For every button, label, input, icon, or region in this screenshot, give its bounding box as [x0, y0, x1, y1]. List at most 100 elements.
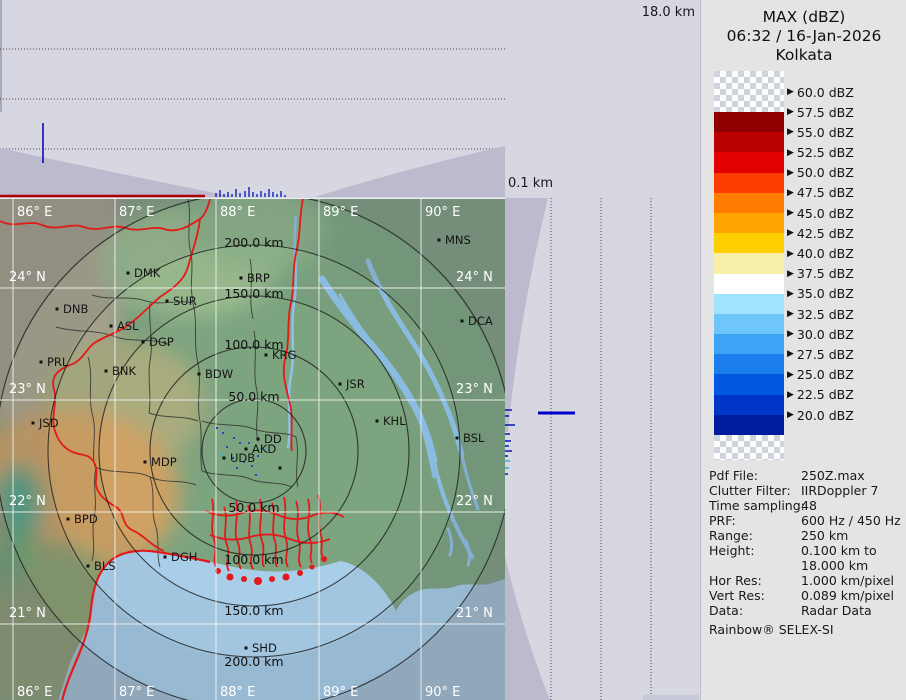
scale-tick-arrow-icon: ▶ [787, 188, 794, 198]
radar-echo-pixel [251, 465, 253, 467]
scale-tick-arrow-icon: ▶ [787, 390, 794, 400]
scale-label: 42.5 dBZ [797, 226, 854, 241]
city-dot [279, 467, 282, 470]
city-label: SHD [252, 641, 277, 655]
scale-tick-arrow-icon: ▶ [787, 370, 794, 380]
scale-label: 32.5 dBZ [797, 307, 854, 322]
scale-tick-arrow-icon: ▶ [787, 289, 794, 299]
panel-edge [0, 0, 2, 112]
scale-label: 20.0 dBZ [797, 408, 854, 423]
city-label: ASL [117, 319, 139, 333]
colorbar-band [714, 132, 784, 152]
range-ring-label: 50.0 km [228, 500, 279, 515]
scale-tick-arrow-icon: ▶ [787, 269, 794, 279]
profile-background [505, 198, 700, 700]
city-dot [144, 461, 147, 464]
city-dot [67, 518, 70, 521]
colorbar-band [714, 314, 784, 334]
city-label: PRL [47, 355, 69, 369]
scale-label: 47.5 dBZ [797, 185, 854, 200]
height-axis-min-label: 0.1 km [508, 176, 553, 191]
city-label: AKD [252, 442, 276, 456]
scale-label-row: ▶45.0 dBZ [787, 205, 854, 221]
latitude-label: 22° N [9, 494, 46, 509]
radar-echo-pixel [228, 429, 230, 431]
meta-value: 0.100 km to [801, 543, 877, 558]
radar-echo-pixel [248, 442, 250, 444]
scale-label: 27.5 dBZ [797, 347, 854, 362]
meta-label: Clutter Filter: [709, 483, 791, 498]
meta-label: Range: [709, 528, 753, 543]
scale-label-row: ▶57.5 dBZ [787, 104, 854, 120]
city-dot [339, 383, 342, 386]
radar-echo-pixel [216, 427, 218, 429]
meta-label: Height: [709, 543, 755, 558]
colorbar-overflow-bottom [714, 435, 784, 460]
city-label: DMK [134, 266, 161, 280]
city-label: BSL [463, 431, 485, 445]
city-label: DGH [171, 550, 197, 564]
scale-label-row: ▶22.5 dBZ [787, 387, 854, 403]
meta-label: Time sampling: [709, 498, 805, 513]
city-dot [56, 308, 59, 311]
scale-label-row: ▶47.5 dBZ [787, 185, 854, 201]
city-label: DNB [63, 302, 88, 316]
city-label: JSD [38, 416, 59, 430]
scale-tick-arrow-icon: ▶ [787, 107, 794, 117]
colorbar-band [714, 213, 784, 233]
scale-label-row: ▶32.5 dBZ [787, 306, 854, 322]
radar-application-window: 18.0 km 0.1 km [0, 0, 906, 700]
longitude-label: 90° E [425, 685, 460, 700]
city-dot [110, 325, 113, 328]
scale-label-row: ▶30.0 dBZ [787, 326, 854, 342]
scale-tick-arrow-icon: ▶ [787, 410, 794, 420]
scale-tick-arrow-icon: ▶ [787, 349, 794, 359]
radar-echo-pixel [233, 437, 235, 439]
colorbar-band [714, 152, 784, 172]
city-dot [265, 354, 268, 357]
colorbar-band [714, 233, 784, 253]
city-label: DCA [468, 314, 493, 328]
meta-value: 250 km [801, 528, 848, 543]
city-dot [164, 556, 167, 559]
range-ring-label: 100.0 km [224, 337, 283, 352]
city-dot [376, 420, 379, 423]
city-dot [142, 341, 145, 344]
radar-site-name: Kolkata [701, 46, 906, 64]
colorbar-band [714, 173, 784, 193]
height-axis-max-label: 18.0 km [505, 5, 701, 20]
city-label: BRP [247, 271, 270, 285]
colorbar-band [714, 395, 784, 415]
scale-tick-arrow-icon: ▶ [787, 309, 794, 319]
ns-height-profile-panel[interactable] [505, 198, 700, 700]
scale-label: 50.0 dBZ [797, 165, 854, 180]
meta-value: 250Z.max [801, 468, 865, 483]
latitude-label: 24° N [9, 270, 46, 285]
scale-label: 25.0 dBZ [797, 367, 854, 382]
ew-height-profile-panel[interactable] [0, 0, 505, 198]
colorbar-band [714, 374, 784, 394]
city-dot [461, 320, 464, 323]
scale-label-row: ▶35.0 dBZ [787, 286, 854, 302]
radar-echo-pixel [226, 446, 228, 448]
longitude-label: 88° E [220, 205, 255, 220]
scale-label: 40.0 dBZ [797, 246, 854, 261]
meta-label: PRF: [709, 513, 736, 528]
longitude-label: 87° E [119, 205, 154, 220]
meta-row: Range: 250 km [701, 528, 906, 543]
range-ring-label: 200.0 km [224, 235, 283, 250]
colorbar-band [714, 415, 784, 435]
meta-row: 18.000 km [701, 558, 906, 573]
radar-map-viewport[interactable]: DMKSURDNBASLDGPPRLBNKBDWBRPMNSDCAKRGJSRK… [0, 198, 505, 700]
meta-value: 48 [801, 498, 817, 513]
colorbar-band [714, 193, 784, 213]
profile-axis-corner [505, 0, 700, 198]
meta-row: Pdf File:250Z.max [701, 468, 906, 483]
city-label: DGP [149, 335, 174, 349]
scale-tick-arrow-icon: ▶ [787, 127, 794, 137]
range-ring-label: 100.0 km [224, 552, 283, 567]
city-dot [456, 437, 459, 440]
dbz-colorbar [714, 71, 784, 460]
city-label: JSR [345, 377, 365, 391]
city-dot [198, 373, 201, 376]
